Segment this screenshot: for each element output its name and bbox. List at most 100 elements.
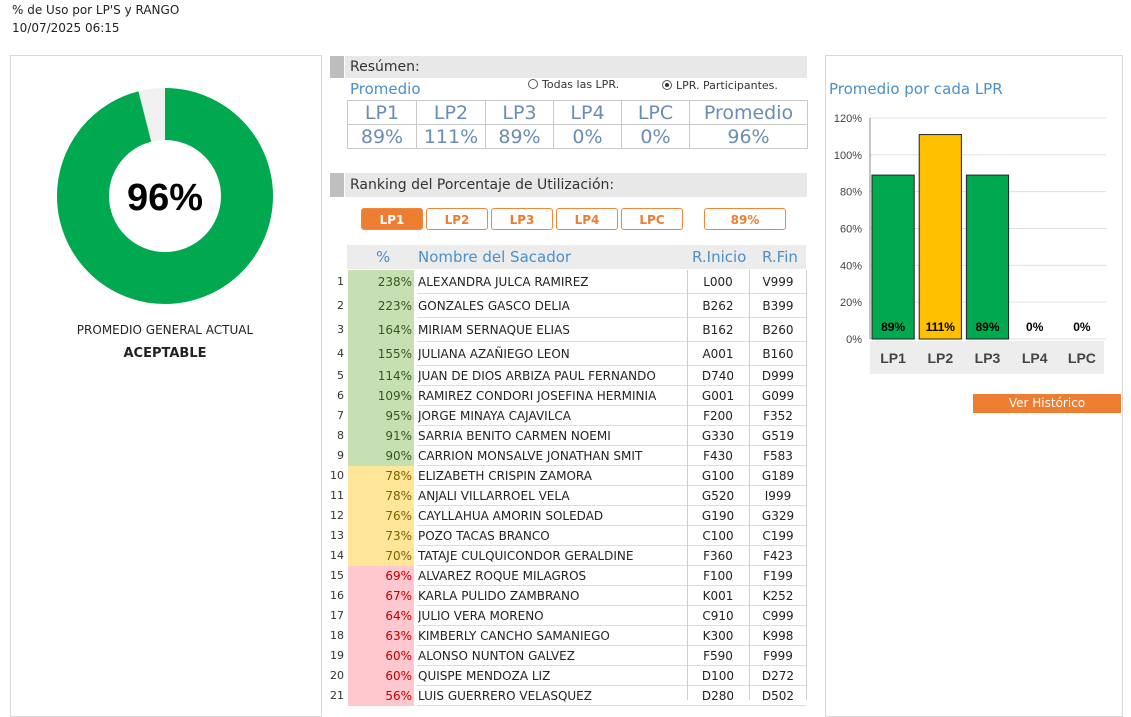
tab-lpc[interactable]: LPC <box>621 208 683 230</box>
row-pct: 78% <box>348 466 414 486</box>
table-row: 17 64% JULIO VERA MORENO C910 C999 <box>330 606 806 626</box>
bar-lp3 <box>965 174 1010 340</box>
row-fin: D999 <box>761 369 795 383</box>
chart-title: Promedio por cada LPR <box>829 80 1003 98</box>
table-row: 16 67% KARLA PULIDO ZAMBRANO K001 K252 <box>330 586 806 606</box>
row-pct: 238% <box>348 270 414 294</box>
radio-off-icon <box>528 79 538 89</box>
row-fin: D502 <box>761 689 795 703</box>
radio-participants-lpr[interactable]: LPR. Participantes. <box>662 79 778 92</box>
summary-header-lp1: LP1 <box>347 100 417 125</box>
row-pct: 76% <box>348 506 414 526</box>
row-fin: C999 <box>762 609 794 623</box>
row-pct: 78% <box>348 486 414 506</box>
bar-chart: 0% 20% 40% 60% 80% 100% 120% 89% LP1 111% LP2 89% LP… <box>834 113 1106 374</box>
ranking-avg-value: 89% <box>704 208 786 230</box>
column-divider <box>687 270 688 700</box>
row-name: SARRIA BENITO CARMEN NOEMI <box>418 429 611 443</box>
tab-lp1[interactable]: LP1 <box>361 208 423 230</box>
row-name: JUAN DE DIOS ARBIZA PAUL FERNANDO <box>418 369 656 383</box>
table-row: 2 223% GONZALES GASCO DELIA B262 B399 <box>330 294 806 318</box>
bar-lp2 <box>918 134 962 340</box>
table-row: 14 70% TATAJE CULQUICONDOR GERALDINE F360 F4… <box>330 546 806 566</box>
summary-value-lpc: 0% <box>621 124 690 149</box>
row-fin: B160 <box>762 347 794 361</box>
row-rank: 21 <box>330 689 344 702</box>
row-rank: 14 <box>330 549 344 562</box>
page-title: % de Uso por LP'S y RANGO <box>12 3 180 17</box>
row-name: TATAJE CULQUICONDOR GERALDINE <box>418 549 634 563</box>
row-pct: 155% <box>348 342 414 366</box>
row-name: KIMBERLY CANCHO SAMANIEGO <box>418 629 610 643</box>
row-rank: 12 <box>330 509 344 522</box>
row-fin: F352 <box>763 409 793 423</box>
radio-participants-label: LPR. Participantes. <box>676 79 778 92</box>
row-inicio: F200 <box>703 409 733 423</box>
overall-status: ACEPTABLE <box>123 346 207 361</box>
row-pct: 60% <box>348 646 414 666</box>
row-inicio: D100 <box>701 669 735 683</box>
row-rank: 4 <box>337 347 344 360</box>
row-fin: B260 <box>762 323 794 337</box>
row-rank: 16 <box>330 589 344 602</box>
y-tick-label: 40% <box>840 260 862 272</box>
row-inicio: G190 <box>701 509 735 523</box>
x-tick-label: LP2 <box>927 350 953 366</box>
tab-lp2[interactable]: LP2 <box>426 208 488 230</box>
row-inicio: C100 <box>702 529 734 543</box>
table-row: 9 90% CARRION MONSALVE JONATHAN SMIT F430 F5… <box>330 446 806 466</box>
radio-all-lpr[interactable]: Todas las LPR. <box>528 78 619 91</box>
row-name: QUISPE MENDOZA LIZ <box>418 669 551 683</box>
table-row: 19 60% ALONSO NUNTON GALVEZ F590 F999 <box>330 646 806 666</box>
overall-caption: PROMEDIO GENERAL ACTUAL <box>76 323 254 337</box>
row-name: JORGE MINAYA CAJAVILCA <box>418 409 571 423</box>
row-inicio: K001 <box>702 589 734 603</box>
summary-value-lp3: 89% <box>485 124 554 149</box>
row-name: MIRIAM SERNAQUE ELIAS <box>418 323 570 337</box>
data-label: 89% <box>975 320 999 334</box>
summary-header-lpc: LPC <box>621 100 690 125</box>
summary-value-lp4: 0% <box>553 124 622 149</box>
row-name: ALEXANDRA JULCA RAMIREZ <box>418 275 589 289</box>
tab-lp3[interactable]: LP3 <box>491 208 553 230</box>
table-row: 1 238% ALEXANDRA JULCA RAMIREZ L000 V999 <box>330 270 806 294</box>
row-pct: 91% <box>348 426 414 446</box>
row-inicio: G520 <box>701 489 735 503</box>
x-tick-label: LPC <box>1068 350 1096 366</box>
ranking-title: Ranking del Porcentaje de Utilización: <box>350 177 615 193</box>
row-inicio: F430 <box>703 449 733 463</box>
row-fin: F199 <box>763 569 793 583</box>
radio-all-label: Todas las LPR. <box>542 78 620 91</box>
history-button[interactable]: Ver Histórico <box>973 394 1121 413</box>
summary-strip <box>330 56 344 78</box>
row-name: JULIO VERA MORENO <box>418 609 544 623</box>
row-inicio: G100 <box>701 469 735 483</box>
row-rank: 7 <box>337 409 344 422</box>
row-rank: 19 <box>330 649 344 662</box>
row-name: CAYLLAHUA AMORIN SOLEDAD <box>418 509 604 523</box>
column-divider <box>806 270 807 700</box>
row-inicio: F100 <box>703 569 733 583</box>
summary-header-lp2: LP2 <box>416 100 486 125</box>
row-rank: 6 <box>337 389 344 402</box>
summary-table: LP1 LP2 LP3 LP4 LPC Promedio 89% 111% 89… <box>347 100 808 149</box>
col-pct: % <box>376 248 391 266</box>
data-label: 0% <box>1073 320 1091 334</box>
row-rank: 3 <box>337 323 344 336</box>
row-inicio: A001 <box>702 347 734 361</box>
row-fin: F999 <box>763 649 793 663</box>
tab-lp4[interactable]: LP4 <box>556 208 618 230</box>
table-row: 5 114% JUAN DE DIOS ARBIZA PAUL FERNANDO D7… <box>330 366 806 386</box>
row-fin: F423 <box>763 549 793 563</box>
row-pct: 90% <box>348 446 414 466</box>
row-rank: 9 <box>337 449 344 462</box>
row-rank: 5 <box>337 369 344 382</box>
row-fin: G329 <box>761 509 795 523</box>
table-row: 12 76% CAYLLAHUA AMORIN SOLEDAD G190 G329 <box>330 506 806 526</box>
row-rank: 18 <box>330 629 344 642</box>
row-fin: K998 <box>762 629 794 643</box>
y-tick-label: 120% <box>834 113 862 125</box>
column-divider <box>749 270 750 700</box>
row-pct: 60% <box>348 666 414 686</box>
row-rank: 13 <box>330 529 344 542</box>
